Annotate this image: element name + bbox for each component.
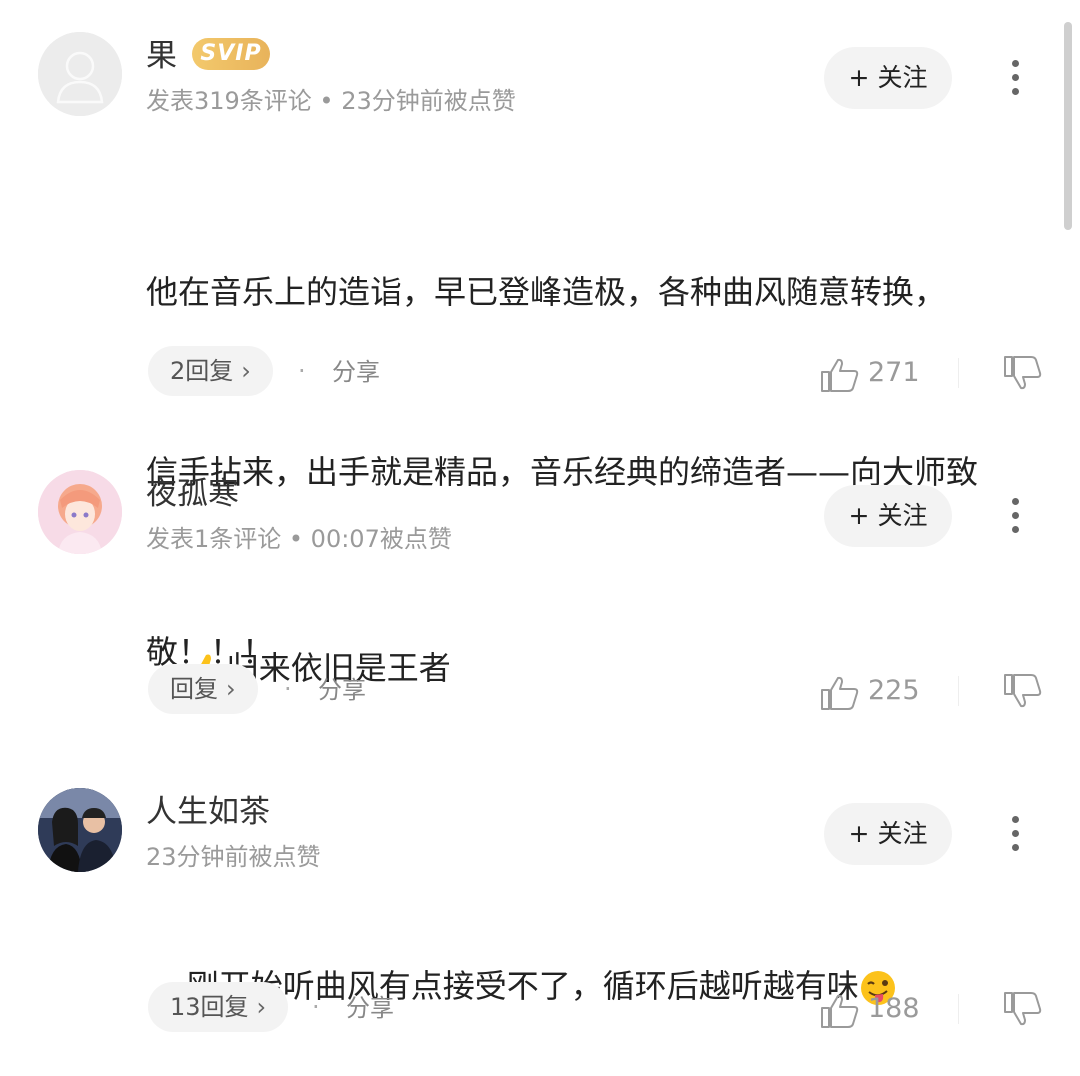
like-count: 225 [868,675,920,706]
more-options-icon[interactable] [1002,494,1030,538]
follow-label: + 关注 [848,819,928,848]
svip-badge: SVIP [192,38,270,70]
chevron-right-icon: › [256,993,267,1021]
reply-label: 13回复 [170,993,249,1021]
follow-label: + 关注 [848,501,928,530]
default-avatar-icon [38,32,122,116]
comment-meta: 发表1条评论 • 00:07被点赞 [146,525,452,553]
follow-label: + 关注 [848,63,928,92]
divider [958,994,959,1024]
dislike-button[interactable] [1003,354,1043,394]
thumbs-up-icon [821,676,859,710]
username[interactable]: 人生如茶 [146,792,270,832]
reply-button[interactable]: 13回复 › [148,982,289,1032]
share-button[interactable]: 分享 [346,983,394,1033]
more-options-icon[interactable] [1002,812,1030,856]
comment-text-line: 刚开始听曲风有点接受不了，循环后越听越有味 [186,967,859,1005]
avatar[interactable] [38,470,122,554]
couple-photo-avatar-icon [38,788,122,872]
reply-label: 2回复 [170,357,234,385]
reply-button[interactable]: 回复 › [148,664,258,714]
thumbs-up-icon [821,994,859,1028]
separator-dot: · [312,993,320,1021]
anime-girl-avatar-icon [38,470,122,554]
comment-text-line: 他在音乐上的造诣，早已登峰造极，各种曲风随意转换， [146,273,947,311]
thumbs-down-icon [1004,356,1042,390]
follow-button[interactable]: + 关注 [824,47,952,109]
chevron-right-icon: › [241,357,251,385]
like-count: 188 [868,993,920,1024]
username[interactable]: 果 [146,36,177,76]
divider [958,358,959,388]
more-options-icon[interactable] [1002,56,1030,100]
follow-button[interactable]: + 关注 [824,803,952,865]
username[interactable]: 夜孤寒 [146,474,239,514]
dislike-button[interactable] [1003,990,1043,1030]
comment-meta: 发表319条评论 • 23分钟前被点赞 [146,87,516,115]
reply-label: 回复 [170,675,218,703]
thumbs-down-icon [1004,674,1042,708]
thumbs-up-icon [821,358,859,392]
separator-dot: · [298,357,306,385]
share-button[interactable]: 分享 [332,347,380,397]
comment-meta: 23分钟前被点赞 [146,843,321,871]
chevron-right-icon: › [226,675,236,703]
share-button[interactable]: 分享 [318,665,366,715]
scrollbar[interactable] [1064,22,1072,230]
thumbs-down-icon [1004,992,1042,1026]
avatar[interactable] [38,32,122,116]
reply-button[interactable]: 2回复 › [148,346,273,396]
avatar[interactable] [38,788,122,872]
separator-dot: · [284,675,292,703]
dislike-button[interactable] [1003,672,1043,712]
divider [958,676,959,706]
like-count: 271 [868,357,920,388]
follow-button[interactable]: + 关注 [824,485,952,547]
